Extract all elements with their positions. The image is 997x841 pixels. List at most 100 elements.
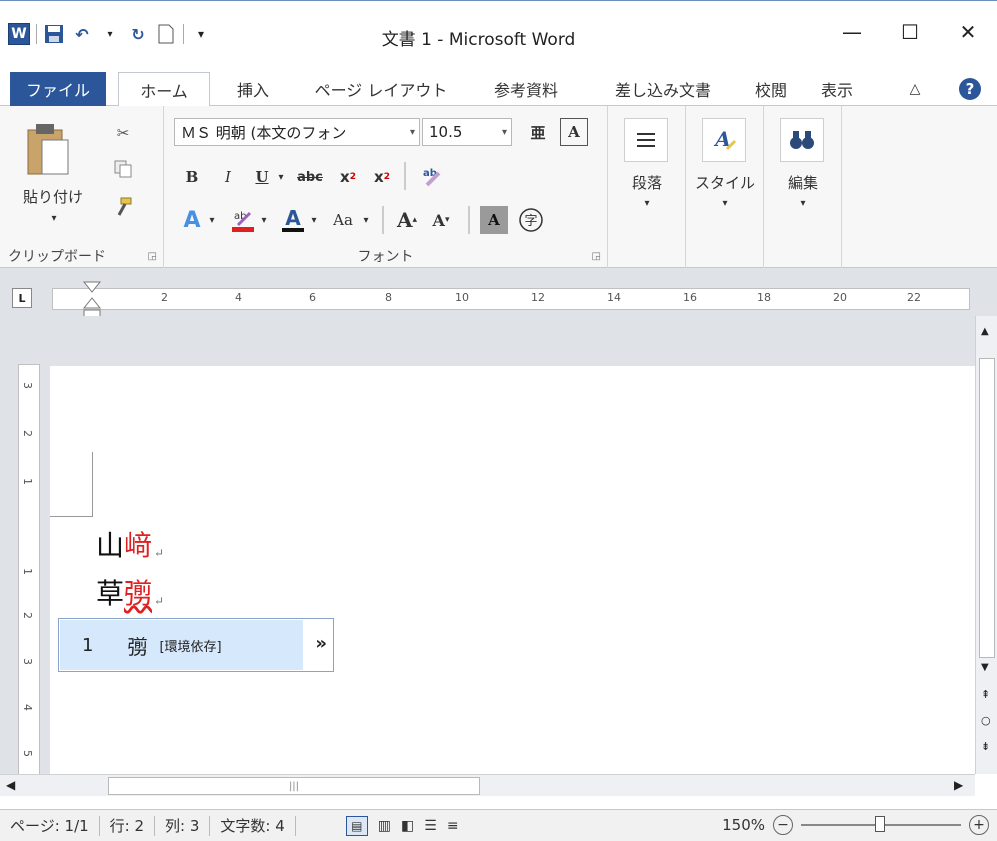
web-layout-icon[interactable]: ◧ bbox=[401, 818, 414, 834]
character-shading-icon[interactable]: A bbox=[480, 206, 508, 234]
underline-dropdown-icon[interactable]: ▾ bbox=[274, 164, 288, 190]
highlight-icon[interactable]: ab bbox=[228, 206, 258, 234]
font-name-dropdown[interactable]: ＭＳ 明朝 (本文のフォン ▾ bbox=[174, 118, 420, 146]
highlight-dropdown-icon[interactable]: ▾ bbox=[258, 206, 270, 234]
chevron-down-icon[interactable]: ▾ bbox=[764, 198, 842, 209]
ruler-mark: 12 bbox=[531, 291, 545, 304]
horizontal-scrollbar[interactable]: ◀ ||| ▶ bbox=[0, 774, 975, 796]
bold-icon[interactable]: B bbox=[180, 164, 204, 190]
tab-view[interactable]: 表示 bbox=[808, 72, 866, 106]
font-separator bbox=[382, 206, 384, 234]
browse-object-icon[interactable]: ○ bbox=[981, 714, 991, 727]
character-border-icon[interactable]: A bbox=[560, 118, 588, 146]
styles-group: A スタイル ▾ bbox=[686, 106, 764, 268]
ruler-mark: 18 bbox=[757, 291, 771, 304]
indent-marker[interactable] bbox=[82, 280, 102, 320]
paste-icon[interactable] bbox=[18, 118, 78, 182]
status-page[interactable]: ページ: 1/1 bbox=[0, 815, 100, 836]
document-page[interactable] bbox=[50, 366, 975, 776]
subscript-icon[interactable]: x2 bbox=[334, 164, 362, 190]
vertical-scrollbar[interactable]: ▲ ▼ ⇞ ○ ⇟ bbox=[975, 316, 997, 774]
chevron-down-icon[interactable]: ▾ bbox=[686, 198, 764, 209]
horizontal-ruler[interactable]: 2 4 6 8 10 12 14 16 18 20 22 bbox=[52, 288, 970, 310]
chevron-down-icon[interactable]: ▾ bbox=[608, 198, 686, 209]
font-color-dropdown-icon[interactable]: ▾ bbox=[308, 206, 320, 234]
text-effects-dropdown-icon[interactable]: ▾ bbox=[206, 206, 218, 234]
maximize-button[interactable]: ☐ bbox=[881, 15, 939, 49]
tab-insert[interactable]: 挿入 bbox=[218, 72, 288, 106]
styles-icon[interactable]: A bbox=[702, 118, 746, 162]
editing-button-label[interactable]: 編集 bbox=[764, 172, 842, 193]
scroll-left-icon[interactable]: ◀ bbox=[6, 778, 15, 792]
document-line-1[interactable]: 山﨑 ↵ bbox=[96, 524, 164, 564]
previous-page-icon[interactable]: ⇞ bbox=[981, 688, 990, 701]
full-screen-reading-icon[interactable]: ▥ bbox=[378, 818, 391, 834]
tab-review[interactable]: 校閲 bbox=[742, 72, 800, 106]
clipboard-launcher-icon[interactable]: ◲ bbox=[148, 251, 157, 262]
phonetic-guide-icon[interactable]: 亜 bbox=[524, 118, 552, 146]
status-column[interactable]: 列: 3 bbox=[155, 815, 211, 836]
draft-icon[interactable]: ≡ bbox=[447, 818, 459, 834]
close-button[interactable]: ✕ bbox=[939, 15, 997, 49]
binoculars-icon[interactable] bbox=[780, 118, 824, 162]
ruler-mark: 3 bbox=[21, 382, 34, 389]
clear-formatting-icon[interactable]: ab bbox=[418, 162, 448, 190]
scroll-right-icon[interactable]: ▶ bbox=[954, 778, 963, 792]
print-layout-icon[interactable]: ▤ bbox=[345, 815, 368, 836]
paste-dropdown-icon[interactable]: ▾ bbox=[44, 210, 64, 226]
zoom-out-icon[interactable]: − bbox=[773, 815, 793, 835]
superscript-icon[interactable]: x2 bbox=[368, 164, 396, 190]
zoom-slider[interactable] bbox=[801, 816, 961, 832]
underline-icon[interactable]: U bbox=[250, 164, 274, 190]
zoom-level[interactable]: 150% bbox=[722, 816, 765, 834]
tab-selector[interactable]: L bbox=[12, 288, 32, 308]
ime-expand-button[interactable]: » bbox=[315, 633, 327, 654]
paragraph-icon[interactable] bbox=[624, 118, 668, 162]
paragraph-button-label[interactable]: 段落 bbox=[608, 172, 686, 193]
vertical-scroll-thumb[interactable] bbox=[979, 358, 995, 658]
horizontal-scroll-thumb[interactable]: ||| bbox=[108, 777, 480, 795]
ime-candidate-item[interactable]: 1 彅 [環境依存] bbox=[60, 620, 303, 670]
minimize-button[interactable]: — bbox=[823, 15, 881, 49]
ime-candidate-text: 彅 bbox=[127, 634, 148, 659]
tab-mailings[interactable]: 差し込み文書 bbox=[592, 72, 734, 106]
font-color-icon[interactable]: A bbox=[278, 206, 308, 234]
enclose-characters-icon[interactable]: 字 bbox=[516, 206, 546, 234]
outline-icon[interactable]: ☰ bbox=[424, 818, 437, 834]
tab-page-layout[interactable]: ページ レイアウト bbox=[298, 72, 464, 106]
zoom-in-icon[interactable]: + bbox=[969, 815, 989, 835]
change-case-icon[interactable]: Aa bbox=[326, 206, 360, 234]
paragraph-mark: ↵ bbox=[154, 594, 165, 608]
italic-icon[interactable]: I bbox=[216, 164, 240, 190]
font-size-dropdown[interactable]: 10.5 ▾ bbox=[422, 118, 512, 146]
tab-home[interactable]: ホーム bbox=[118, 72, 210, 107]
collapse-ribbon-icon[interactable]: △ bbox=[900, 72, 930, 106]
vertical-ruler[interactable]: 3 2 1 1 2 3 4 5 bbox=[18, 364, 40, 776]
font-launcher-icon[interactable]: ◲ bbox=[592, 251, 601, 262]
scroll-down-icon[interactable]: ▼ bbox=[981, 662, 989, 673]
document-line-2[interactable]: 草彅 ↵ bbox=[96, 572, 164, 612]
cut-icon[interactable]: ✂ bbox=[110, 120, 136, 146]
copy-icon[interactable] bbox=[110, 156, 136, 182]
strikethrough-icon[interactable]: abc bbox=[290, 164, 330, 190]
help-icon[interactable]: ? bbox=[950, 72, 990, 106]
chevron-down-icon: ▾ bbox=[501, 126, 507, 138]
format-painter-icon[interactable] bbox=[110, 194, 136, 220]
ruler-mark: 1 bbox=[21, 478, 34, 485]
change-case-dropdown-icon[interactable]: ▾ bbox=[360, 206, 372, 234]
styles-button-label[interactable]: スタイル bbox=[686, 172, 764, 193]
status-word-count[interactable]: 文字数: 4 bbox=[210, 815, 296, 836]
paste-button-label[interactable]: 貼り付け bbox=[18, 184, 88, 208]
text-effects-icon[interactable]: A bbox=[178, 206, 206, 234]
status-line[interactable]: 行: 2 bbox=[100, 815, 156, 836]
next-page-icon[interactable]: ⇟ bbox=[981, 740, 990, 753]
margin-guide bbox=[92, 452, 93, 516]
tab-file[interactable]: ファイル bbox=[10, 72, 106, 106]
zoom-slider-thumb[interactable] bbox=[875, 816, 885, 832]
tab-references[interactable]: 参考資料 bbox=[472, 72, 580, 106]
scroll-up-icon[interactable]: ▲ bbox=[981, 326, 989, 337]
grow-font-icon[interactable]: A ▴ bbox=[392, 206, 422, 234]
ruler-mark: 8 bbox=[385, 291, 392, 304]
line-1-base-char: 山 bbox=[96, 529, 125, 562]
shrink-font-icon[interactable]: A ▾ bbox=[426, 206, 456, 234]
